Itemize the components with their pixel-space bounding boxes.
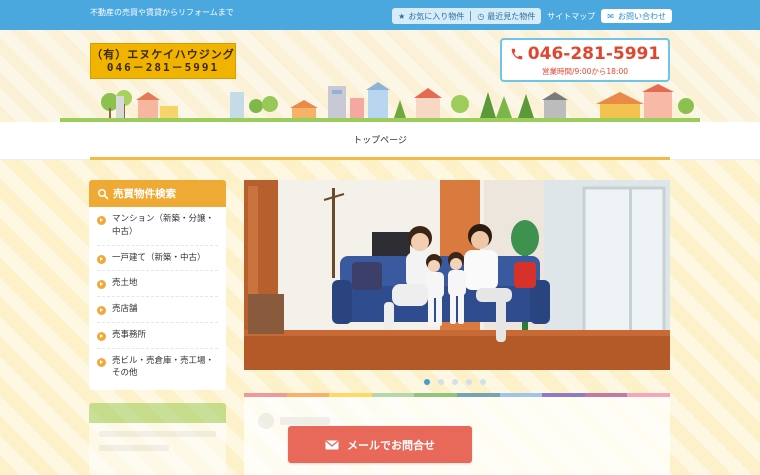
mail-icon: [325, 440, 339, 449]
arrow-circle-icon: [97, 254, 106, 264]
sidebar-item-label: 売土地: [112, 278, 138, 289]
arrow-circle-icon: [97, 280, 106, 290]
clock-icon: ◷: [477, 11, 485, 21]
top-bar: 不動産の売買や賃貸からリフォームまで ★ お気に入り物件 ◷ 最近見た物件 サイ…: [0, 0, 760, 30]
faded-icon: [258, 413, 274, 429]
slider-pagination: [424, 379, 486, 385]
sidebar-item-label: マンション（新築・分譲・中古）: [112, 214, 215, 237]
sidebar-item-label: 一戸建て（新築・中古）: [112, 252, 206, 263]
business-hours: 営業時間/9:00から18:00: [542, 66, 628, 76]
sidebar-item-shop[interactable]: 売店舗: [97, 297, 218, 323]
global-nav: トップページ: [0, 122, 760, 160]
site-tagline: 不動産の売買や賃貸からリフォームまで: [90, 8, 234, 17]
rental-search-sidebar: [89, 403, 226, 475]
mail-inquiry-button[interactable]: メールでお問合せ: [288, 426, 472, 463]
sidebar-item-house[interactable]: 一戸建て（新築・中古）: [97, 246, 218, 272]
sidebar-item-building[interactable]: 売ビル・売倉庫・売工場・その他: [97, 349, 218, 387]
phone-box: 046-281-5991 営業時間/9:00から18:00: [500, 38, 670, 82]
mail-button-label: メールでお問合せ: [347, 438, 435, 452]
company-logo[interactable]: （有）エヌケイハウジング 046－281－5991: [90, 43, 236, 79]
contact-label: お問い合わせ: [618, 11, 666, 21]
slider-dot[interactable]: [452, 379, 458, 385]
phone-icon: [511, 48, 523, 59]
mail-icon: ✉: [607, 11, 614, 21]
logo-phone: 046－281－5991: [106, 61, 220, 74]
slider-dot[interactable]: [438, 379, 444, 385]
sidebar-list: マンション（新築・分譲・中古） 一戸建て（新築・中古） 売土地 売店舗 売事務所…: [89, 207, 226, 386]
divider: [470, 11, 472, 21]
slider-dot[interactable]: [466, 379, 472, 385]
slider-dot[interactable]: [424, 379, 430, 385]
recent-label: 最近見た物件: [487, 11, 536, 21]
hero-slide-image[interactable]: [244, 180, 670, 370]
sitemap-link[interactable]: サイトマップ: [547, 11, 595, 22]
phone-number-row[interactable]: 046-281-5991: [510, 44, 660, 64]
sidebar2-line: [99, 431, 216, 437]
favorites-link[interactable]: ★ お気に入り物件: [398, 11, 464, 22]
nav-item-home[interactable]: トップページ: [90, 122, 670, 160]
sidebar2-line: [99, 445, 169, 451]
sidebar-item-label: 売店舗: [112, 304, 138, 314]
town-illustration: [60, 82, 700, 122]
sidebar-item-office[interactable]: 売事務所: [97, 323, 218, 349]
arrow-circle-icon: [97, 216, 106, 225]
top-nav: ★ お気に入り物件 ◷ 最近見た物件 サイトマップ ✉ お問い合わせ: [392, 8, 672, 24]
faded-heading: [280, 417, 330, 425]
favorites-label: お気に入り物件: [408, 11, 465, 21]
sidebar-title: 売買物件検索: [113, 188, 176, 200]
sidebar2-header: [89, 403, 226, 423]
search-icon: [98, 188, 109, 199]
sidebar-item-label: 売事務所: [112, 329, 147, 340]
arrow-circle-icon: [97, 331, 106, 341]
history-pill: ★ お気に入り物件 ◷ 最近見た物件: [392, 8, 542, 24]
sale-search-sidebar: 売買物件検索 マンション（新築・分譲・中古） 一戸建て（新築・中古） 売土地 売…: [89, 180, 226, 390]
logo-name: （有）エヌケイハウジング: [91, 47, 235, 61]
star-icon: ★: [398, 11, 406, 21]
slider-dot[interactable]: [480, 379, 486, 385]
contact-link[interactable]: ✉ お問い合わせ: [601, 9, 672, 23]
arrow-circle-icon: [97, 357, 106, 367]
phone-number: 046-281-5991: [527, 43, 661, 64]
sidebar-item-land[interactable]: 売土地: [97, 271, 218, 297]
arrow-circle-icon: [97, 306, 106, 315]
recent-link[interactable]: ◷ 最近見た物件: [477, 11, 535, 22]
sidebar-item-label: 売ビル・売倉庫・売工場・その他: [112, 355, 215, 379]
sidebar-header: 売買物件検索: [89, 180, 226, 207]
sidebar-item-mansion[interactable]: マンション（新築・分譲・中古）: [97, 207, 218, 246]
